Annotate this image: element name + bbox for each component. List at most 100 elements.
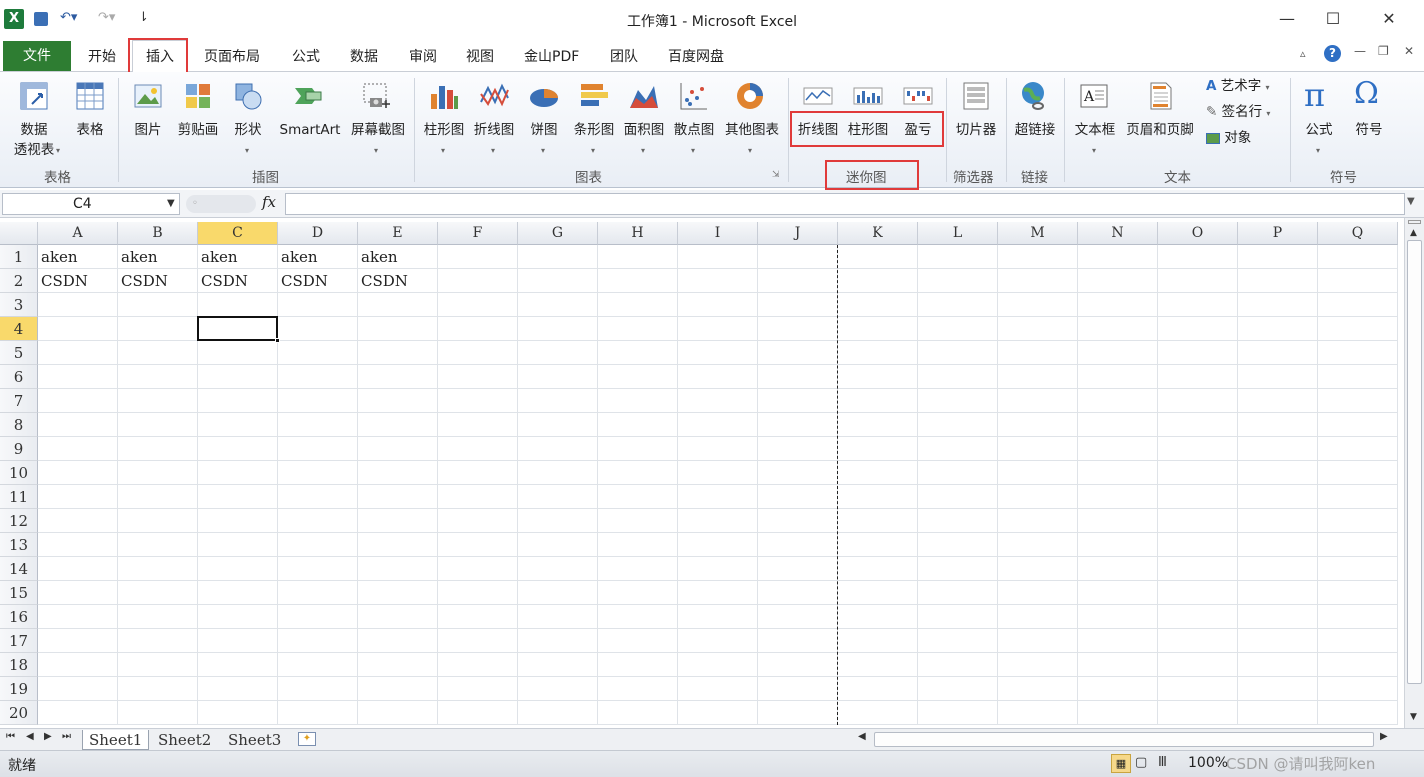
cell-k3[interactable] (838, 293, 918, 317)
pivot-table-button[interactable]: 数据 透视表 (6, 120, 62, 160)
cell-j16[interactable] (758, 605, 838, 629)
cell-k16[interactable] (838, 605, 918, 629)
cell-k7[interactable] (838, 389, 918, 413)
cell-c1[interactable]: aken (198, 245, 278, 269)
cell-e9[interactable] (358, 437, 438, 461)
cell-d5[interactable] (278, 341, 358, 365)
cell-k11[interactable] (838, 485, 918, 509)
column-header-e[interactable]: E (358, 222, 438, 245)
cell-a3[interactable] (38, 293, 118, 317)
last-sheet-icon[interactable]: ⏭ (62, 731, 71, 742)
cell-d18[interactable] (278, 653, 358, 677)
cell-o10[interactable] (1158, 461, 1238, 485)
cell-d13[interactable] (278, 533, 358, 557)
cell-b5[interactable] (118, 341, 198, 365)
row-header-12[interactable]: 12 (0, 509, 38, 533)
doc-restore-icon[interactable]: ❐ (1378, 44, 1389, 58)
cell-l11[interactable] (918, 485, 998, 509)
cell-b9[interactable] (118, 437, 198, 461)
cell-o15[interactable] (1158, 581, 1238, 605)
prev-sheet-icon[interactable]: ◀ (26, 731, 34, 742)
help-icon[interactable]: ? (1324, 45, 1341, 62)
cell-e4[interactable] (358, 317, 438, 341)
cell-l2[interactable] (918, 269, 998, 293)
equation-dropdown-icon[interactable]: ▾ (1316, 146, 1320, 155)
cell-f16[interactable] (438, 605, 518, 629)
cell-k6[interactable] (838, 365, 918, 389)
doc-minimize-icon[interactable]: — (1354, 44, 1366, 58)
cell-g3[interactable] (518, 293, 598, 317)
cell-h13[interactable] (598, 533, 678, 557)
cell-e15[interactable] (358, 581, 438, 605)
cell-j17[interactable] (758, 629, 838, 653)
other-charts-button[interactable]: 其他图表 (720, 120, 784, 140)
cell-q18[interactable] (1318, 653, 1398, 677)
smartart-button[interactable]: SmartArt (274, 120, 346, 140)
cell-i15[interactable] (678, 581, 758, 605)
cell-b2[interactable]: CSDN (118, 269, 198, 293)
cell-e3[interactable] (358, 293, 438, 317)
cell-l20[interactable] (918, 701, 998, 725)
cell-b3[interactable] (118, 293, 198, 317)
cell-j9[interactable] (758, 437, 838, 461)
cell-d9[interactable] (278, 437, 358, 461)
cell-q4[interactable] (1318, 317, 1398, 341)
cell-f1[interactable] (438, 245, 518, 269)
cell-n2[interactable] (1078, 269, 1158, 293)
column-header-p[interactable]: P (1238, 222, 1318, 245)
cell-c2[interactable]: CSDN (198, 269, 278, 293)
cell-f8[interactable] (438, 413, 518, 437)
cell-o18[interactable] (1158, 653, 1238, 677)
cell-q16[interactable] (1318, 605, 1398, 629)
cell-c19[interactable] (198, 677, 278, 701)
cell-n9[interactable] (1078, 437, 1158, 461)
cell-e17[interactable] (358, 629, 438, 653)
cell-n8[interactable] (1078, 413, 1158, 437)
cell-j13[interactable] (758, 533, 838, 557)
cell-c10[interactable] (198, 461, 278, 485)
cell-c16[interactable] (198, 605, 278, 629)
cell-j14[interactable] (758, 557, 838, 581)
cell-q19[interactable] (1318, 677, 1398, 701)
cell-e16[interactable] (358, 605, 438, 629)
horizontal-scrollbar[interactable] (874, 732, 1374, 747)
cell-o5[interactable] (1158, 341, 1238, 365)
cell-k20[interactable] (838, 701, 918, 725)
cell-l7[interactable] (918, 389, 998, 413)
cell-b14[interactable] (118, 557, 198, 581)
cell-o2[interactable] (1158, 269, 1238, 293)
cell-p18[interactable] (1238, 653, 1318, 677)
cell-j4[interactable] (758, 317, 838, 341)
hyperlink-button[interactable]: 超链接 (1010, 120, 1060, 140)
insert-function-icon[interactable]: fx (262, 193, 276, 211)
cell-h10[interactable] (598, 461, 678, 485)
cell-f5[interactable] (438, 341, 518, 365)
cell-q12[interactable] (1318, 509, 1398, 533)
cell-k1[interactable] (838, 245, 918, 269)
hscroll-right-icon[interactable]: ▶ (1380, 731, 1388, 742)
cell-m17[interactable] (998, 629, 1078, 653)
cell-g7[interactable] (518, 389, 598, 413)
scroll-thumb[interactable] (1407, 240, 1422, 684)
cell-m9[interactable] (998, 437, 1078, 461)
cell-i16[interactable] (678, 605, 758, 629)
cell-g6[interactable] (518, 365, 598, 389)
cell-p12[interactable] (1238, 509, 1318, 533)
cell-f9[interactable] (438, 437, 518, 461)
close-button[interactable]: ✕ (1366, 6, 1412, 32)
column-chart-button[interactable]: 柱形图 (418, 120, 470, 140)
cell-g1[interactable] (518, 245, 598, 269)
clipart-button[interactable]: 剪贴画 (172, 120, 224, 140)
cell-k18[interactable] (838, 653, 918, 677)
cell-l14[interactable] (918, 557, 998, 581)
cell-m10[interactable] (998, 461, 1078, 485)
cell-m13[interactable] (998, 533, 1078, 557)
cell-k10[interactable] (838, 461, 918, 485)
cell-l12[interactable] (918, 509, 998, 533)
cell-o4[interactable] (1158, 317, 1238, 341)
cell-d6[interactable] (278, 365, 358, 389)
cell-d10[interactable] (278, 461, 358, 485)
cell-n6[interactable] (1078, 365, 1158, 389)
cell-e5[interactable] (358, 341, 438, 365)
row-header-14[interactable]: 14 (0, 557, 38, 581)
